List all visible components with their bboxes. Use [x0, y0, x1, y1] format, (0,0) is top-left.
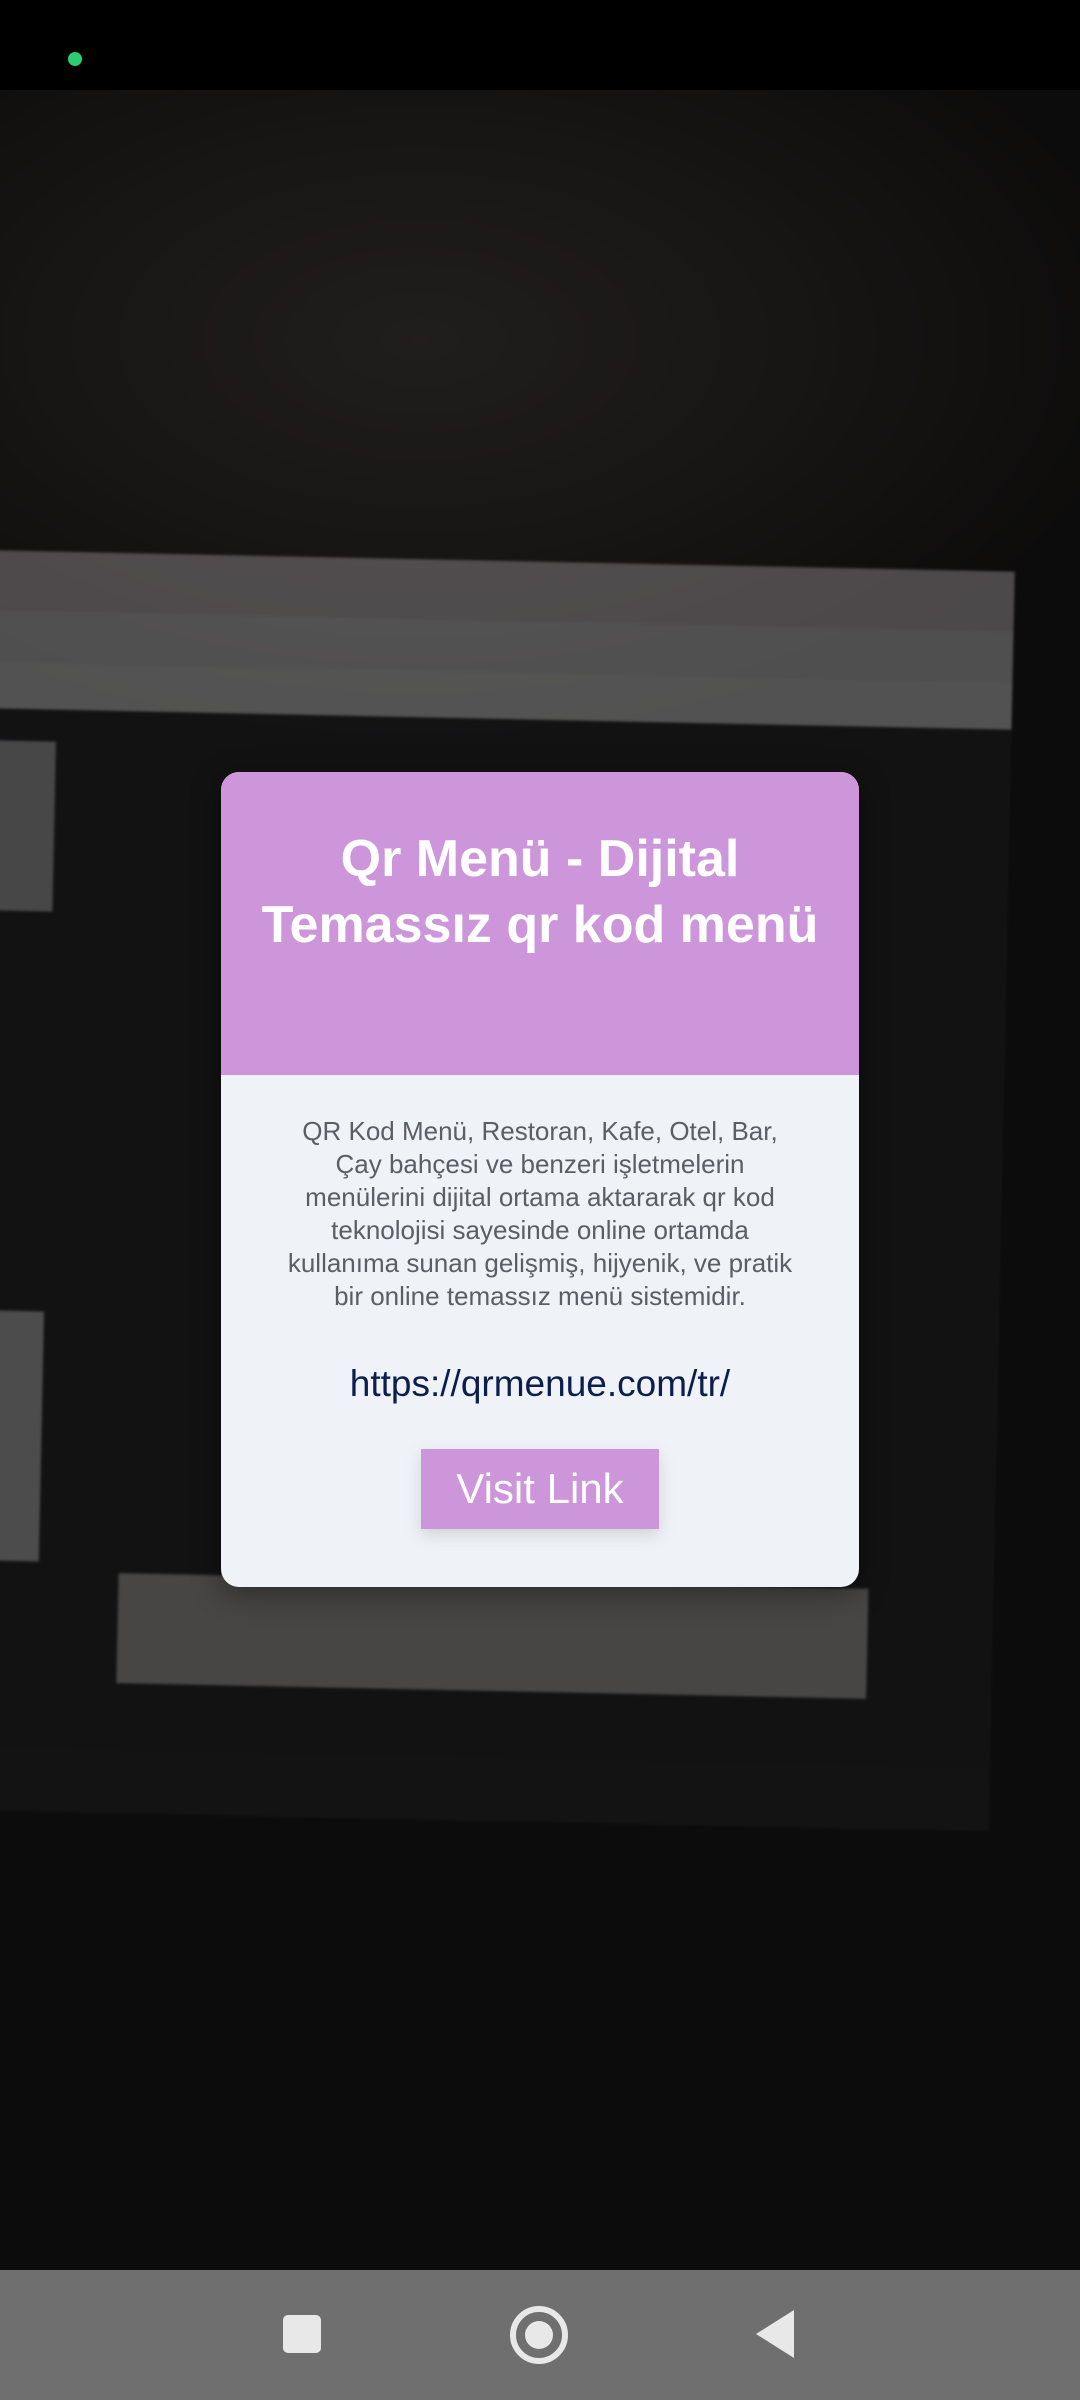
qr-link-dialog: Qr Menü - Dijital Temassız qr kod menü Q…: [221, 772, 859, 1587]
square-icon: [283, 2315, 321, 2353]
back-button[interactable]: [716, 2270, 836, 2400]
triangle-left-icon: [756, 2310, 794, 2358]
dialog-url-link[interactable]: https://qrmenue.com/tr/: [251, 1362, 829, 1406]
dialog-title: Qr Menü - Dijital Temassız qr kod menü: [261, 830, 819, 954]
status-bar: [0, 0, 1080, 90]
dialog-header: Qr Menü - Dijital Temassız qr kod menü: [221, 772, 859, 1075]
system-navigation-bar: [0, 2270, 1080, 2400]
circle-icon: [510, 2306, 568, 2364]
recents-button[interactable]: [242, 2270, 362, 2400]
visit-link-button[interactable]: Visit Link: [421, 1449, 659, 1529]
camera-active-indicator-icon: [68, 52, 82, 66]
dialog-description: QR Kod Menü, Restoran, Kafe, Otel, Bar, …: [287, 1116, 793, 1311]
home-button[interactable]: [479, 2270, 599, 2400]
